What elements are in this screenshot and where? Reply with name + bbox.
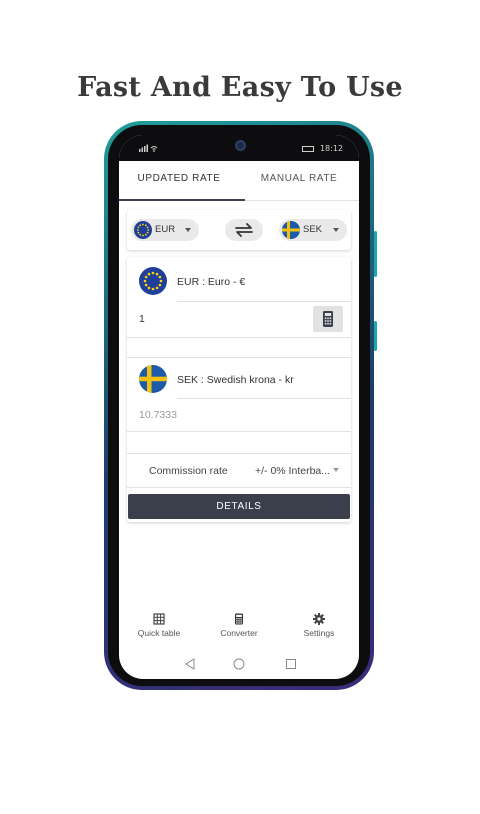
commission-rate-dropdown[interactable]: +/- 0% Interba...: [255, 465, 330, 477]
active-tab-indicator: [119, 199, 245, 201]
back-icon[interactable]: [184, 658, 196, 670]
divider: [177, 301, 351, 302]
divider: [177, 398, 351, 399]
divider: [127, 487, 351, 488]
nav-quick-table[interactable]: Quick table: [119, 613, 199, 638]
from-currency-code: EUR: [155, 224, 176, 235]
calculator-button[interactable]: [313, 306, 343, 332]
swap-arrows-icon: [235, 223, 253, 237]
signal-wifi-icon: [139, 144, 161, 154]
tab-manual-rate[interactable]: MANUAL RATE: [239, 161, 359, 201]
calculator-icon: [235, 613, 243, 625]
chevron-down-icon: [333, 228, 339, 232]
chevron-down-icon: [333, 468, 339, 472]
gear-icon: [313, 613, 325, 625]
to-currency-label: SEK : Swedish krona - kr: [177, 374, 294, 386]
chevron-down-icon: [185, 228, 191, 232]
nav-settings[interactable]: Settings: [279, 613, 359, 638]
divider: [127, 337, 351, 338]
status-bar: 18:12: [119, 135, 359, 161]
grid-icon: [153, 613, 165, 625]
volume-button: [374, 231, 377, 277]
calculator-icon: [323, 311, 333, 327]
app-screen: 18:12 UPDATED RATE MANUAL RATE EUR SEK E…: [119, 135, 359, 679]
battery-icon: [302, 145, 315, 152]
divider: [127, 357, 351, 358]
eu-flag-icon: [134, 221, 152, 239]
nav-label: Converter: [220, 628, 258, 638]
page-title: Fast And Easy To Use: [77, 72, 403, 103]
to-currency-dropdown[interactable]: SEK: [279, 219, 347, 241]
rate-tabs: UPDATED RATE MANUAL RATE: [119, 161, 359, 201]
divider: [127, 453, 351, 454]
sweden-flag-icon: [282, 221, 300, 239]
from-currency-label: EUR : Euro - €: [177, 276, 246, 288]
commission-rate-label: Commission rate: [149, 465, 228, 477]
divider: [127, 431, 351, 432]
phone-body: 18:12 UPDATED RATE MANUAL RATE EUR SEK E…: [108, 125, 370, 686]
home-icon[interactable]: [233, 658, 245, 670]
swap-currencies-button[interactable]: [225, 219, 263, 241]
system-nav-bar: [119, 651, 359, 679]
camera-notch: [227, 135, 253, 159]
sweden-flag-icon: [139, 365, 167, 393]
status-time: 18:12: [319, 144, 343, 153]
nav-converter[interactable]: Converter: [199, 613, 279, 638]
to-amount-output[interactable]: 10.7333: [139, 409, 177, 421]
details-button[interactable]: DETAILS: [128, 494, 350, 519]
front-camera: [235, 140, 246, 151]
to-currency-code: SEK: [303, 224, 323, 235]
currency-selector-card: EUR SEK: [127, 210, 351, 250]
recents-icon[interactable]: [285, 658, 297, 670]
tab-updated-rate[interactable]: UPDATED RATE: [119, 161, 239, 201]
power-button: [374, 321, 377, 351]
from-currency-dropdown[interactable]: EUR: [131, 219, 199, 241]
nav-label: Quick table: [137, 628, 181, 638]
nav-label: Settings: [303, 628, 335, 638]
converter-card: EUR : Euro - € 1 SEK: Swedish krona - k…: [127, 257, 351, 522]
bottom-nav: Quick table Converter Settings: [119, 613, 359, 651]
phone-frame: 18:12 UPDATED RATE MANUAL RATE EUR SEK E…: [104, 121, 377, 690]
from-amount-input[interactable]: 1: [139, 313, 145, 325]
eu-flag-icon: [139, 267, 167, 295]
